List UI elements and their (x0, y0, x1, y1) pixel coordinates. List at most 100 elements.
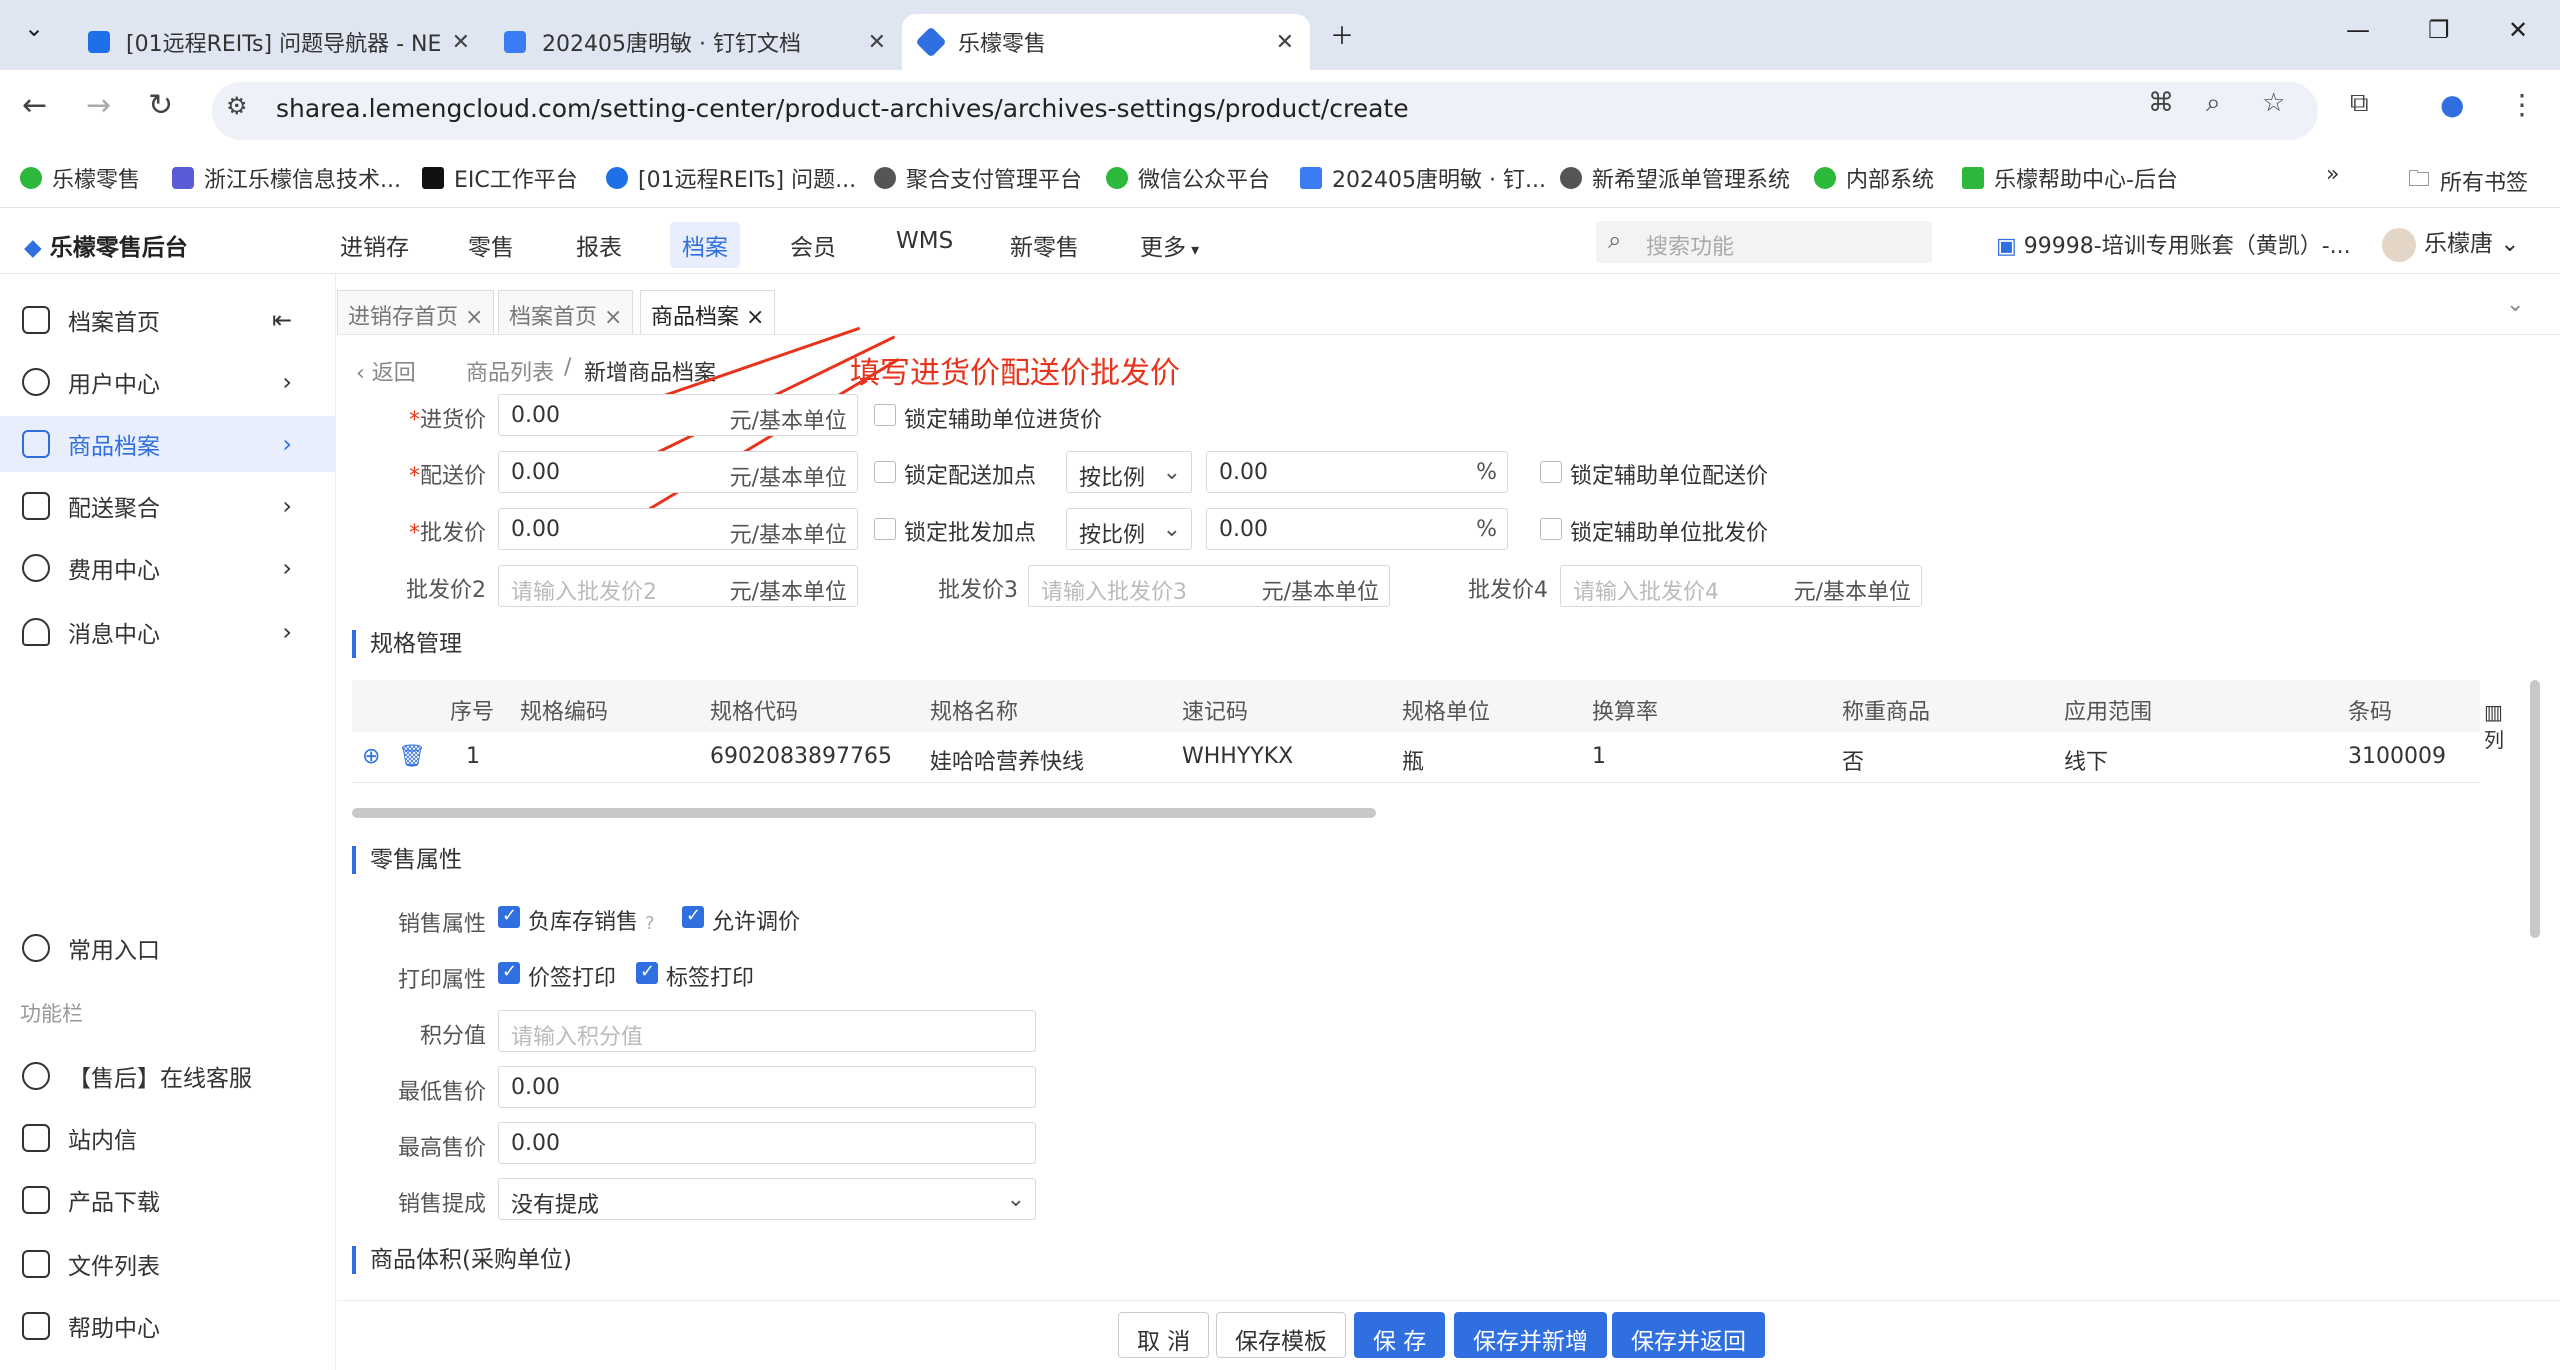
save-and-return-button[interactable]: 保存并返回 (1612, 1312, 1765, 1358)
bookmark-item[interactable]: [01远程REITs] 问题... (606, 162, 856, 194)
sidebar-func-service[interactable]: 【售后】在线客服 (0, 1048, 336, 1104)
add-row-icon[interactable]: ⊕ (362, 744, 380, 769)
max-price-input[interactable]: 0.00 (498, 1122, 1036, 1164)
account-switcher[interactable]: ▣ 99998-培训专用账套（黄凯）-... (1996, 228, 2351, 260)
back-arrow-icon[interactable]: ← (22, 88, 47, 123)
nav-wms[interactable]: WMS (896, 228, 953, 254)
bookmark-item[interactable]: 新希望派单管理系统 (1560, 162, 1790, 194)
lock-aux-wholesale-checkbox[interactable] (1540, 518, 1562, 540)
bookmark-item[interactable]: 浙江乐檬信息技术... (172, 162, 401, 194)
sidebar-func-files[interactable]: 文件列表 (0, 1236, 336, 1292)
bookmark-item[interactable]: 乐檬帮助中心-后台 (1962, 162, 2178, 194)
nav-member[interactable]: 会员 (790, 228, 836, 262)
user-menu[interactable]: 乐檬唐 ⌄ (2382, 224, 2520, 262)
delivery-price-input[interactable]: 0.00 元/基本单位 (498, 451, 858, 493)
minimize-icon[interactable]: — (2346, 16, 2370, 44)
bookmark-item[interactable]: 聚合支付管理平台 (874, 162, 1082, 194)
lock-wholesale-add-checkbox[interactable] (874, 518, 896, 540)
nav-jxc[interactable]: 进销存 (340, 228, 409, 262)
help-icon[interactable]: ? (645, 913, 655, 934)
translate-icon[interactable]: ⌘ (2148, 88, 2174, 118)
profile-icon[interactable]: ● (2440, 88, 2464, 121)
extensions-icon[interactable]: ⧉ (2350, 88, 2369, 119)
delete-row-icon[interactable]: 🗑 (398, 744, 426, 769)
save-button[interactable]: 保 存 (1354, 1312, 1446, 1358)
save-and-new-button[interactable]: 保存并新增 (1454, 1312, 1607, 1358)
close-icon[interactable]: × (465, 305, 483, 330)
horizontal-scrollbar[interactable] (352, 808, 1376, 818)
site-info-icon[interactable]: ⚙ (226, 92, 248, 120)
zoom-icon[interactable]: ⌕ (2206, 88, 2221, 119)
commission-select[interactable]: 没有提成 ⌄ (498, 1178, 1036, 1220)
nav-archive[interactable]: 档案 (670, 222, 740, 268)
more-bookmarks-icon[interactable]: » (2326, 162, 2339, 187)
cancel-button[interactable]: 取 消 (1118, 1312, 1210, 1358)
sidebar-item-fee[interactable]: 费用中心 › (0, 540, 336, 596)
lock-aux-delivery-checkbox[interactable] (1540, 461, 1562, 483)
sidebar-func-help[interactable]: 帮助中心 (0, 1298, 336, 1354)
menu-icon[interactable]: ⋮ (2508, 88, 2536, 121)
browser-tab-reits[interactable]: [01远程REITs] 问题导航器 - NE ✕ (70, 14, 486, 70)
allow-adjust-checkbox[interactable] (682, 905, 704, 928)
delivery-pct-input[interactable]: 0.00% (1206, 451, 1508, 493)
label-print-checkbox[interactable] (636, 961, 658, 984)
nav-retail[interactable]: 零售 (468, 228, 514, 262)
nav-report[interactable]: 报表 (576, 228, 622, 262)
vertical-scrollbar[interactable] (2530, 680, 2540, 938)
breadcrumb-list[interactable]: 商品列表 (466, 355, 554, 387)
purchase-price-input[interactable]: 0.00 元/基本单位 (498, 394, 858, 436)
browser-tab-active[interactable]: 乐檬零售 ✕ (902, 14, 1310, 70)
all-bookmarks[interactable]: 🗀 所有书签 (2408, 162, 2528, 200)
restore-icon[interactable]: ❐ (2428, 16, 2450, 44)
new-tab-button[interactable]: ＋ (1330, 16, 1354, 51)
lock-aux-purchase-checkbox[interactable] (874, 404, 896, 426)
wholesale3-input[interactable]: 请输入批发价3 元/基本单位 (1028, 565, 1390, 607)
wholesale4-input[interactable]: 请输入批发价4 元/基本单位 (1560, 565, 1922, 607)
nav-more[interactable]: 更多 ▾ (1140, 228, 1199, 262)
page-tab-jxc-home[interactable]: 进销存首页 × (337, 290, 495, 334)
page-tab-product-archive[interactable]: 商品档案 × (640, 290, 776, 334)
close-icon[interactable]: ✕ (868, 30, 886, 55)
function-search-input[interactable]: 搜索功能 (1596, 221, 1932, 263)
min-price-input[interactable]: 0.00 (498, 1066, 1036, 1108)
price-tag-checkbox[interactable] (498, 961, 520, 984)
close-icon[interactable]: ✕ (452, 30, 470, 55)
window-close-icon[interactable]: ✕ (2508, 16, 2528, 44)
collapse-sidebar-icon[interactable]: ⇤ (272, 306, 292, 334)
sidebar-func-download[interactable]: 产品下载 (0, 1172, 336, 1228)
chevron-down-icon[interactable]: ⌄ (2506, 292, 2524, 317)
bookmark-item[interactable]: 微信公众平台 (1106, 162, 1270, 194)
sidebar-item-user-center[interactable]: 用户中心 › (0, 354, 336, 410)
close-icon[interactable]: ✕ (1276, 30, 1294, 55)
back-link[interactable]: ‹ 返回 (356, 355, 416, 387)
neg-stock-checkbox[interactable] (498, 905, 520, 928)
sidebar-func-mail[interactable]: 站内信 (0, 1110, 336, 1166)
bookmark-item[interactable]: EIC工作平台 (422, 162, 578, 194)
sidebar-item-product-archive[interactable]: 商品档案 › (0, 416, 336, 472)
sidebar-item-archive-home[interactable]: 档案首页 ⇤ (0, 292, 336, 348)
wholesale2-input[interactable]: 请输入批发价2 元/基本单位 (498, 565, 858, 607)
bookmark-item[interactable]: 202405唐明敏 · 钉... (1300, 162, 1546, 194)
lock-delivery-add-checkbox[interactable] (874, 461, 896, 483)
columns-setting-button[interactable]: ▥ 列 (2484, 700, 2504, 753)
nav-new-retail[interactable]: 新零售 (1010, 228, 1079, 262)
save-template-button[interactable]: 保存模板 (1216, 1312, 1346, 1358)
close-icon[interactable]: × (746, 305, 764, 330)
sidebar-item-delivery[interactable]: 配送聚合 › (0, 478, 336, 534)
wholesale-price-input[interactable]: 0.00 元/基本单位 (498, 508, 858, 550)
wholesale-pct-input[interactable]: 0.00% (1206, 508, 1508, 550)
tab-search-icon[interactable]: ⌄ (24, 14, 44, 42)
wholesale-mode-select[interactable]: 按比例 ⌄ (1066, 508, 1192, 550)
sidebar-item-message[interactable]: 消息中心 › (0, 604, 336, 660)
page-tab-archive-home[interactable]: 档案首页 × (498, 290, 634, 334)
bookmark-item[interactable]: 内部系统 (1814, 162, 1934, 194)
sidebar-common-entry[interactable]: 常用入口 (0, 920, 336, 976)
app-logo[interactable]: ◆ 乐檬零售后台 (24, 228, 188, 262)
bookmark-star-icon[interactable]: ☆ (2262, 88, 2285, 118)
delivery-mode-select[interactable]: 按比例 ⌄ (1066, 451, 1192, 493)
url-text[interactable]: sharea.lemengcloud.com/setting-center/pr… (276, 94, 1409, 123)
browser-tab-doc[interactable]: 202405唐明敏 · 钉钉文档 ✕ (486, 14, 902, 70)
close-icon[interactable]: × (604, 305, 622, 330)
forward-arrow-icon[interactable]: → (86, 88, 111, 123)
reload-icon[interactable]: ↻ (148, 88, 173, 123)
